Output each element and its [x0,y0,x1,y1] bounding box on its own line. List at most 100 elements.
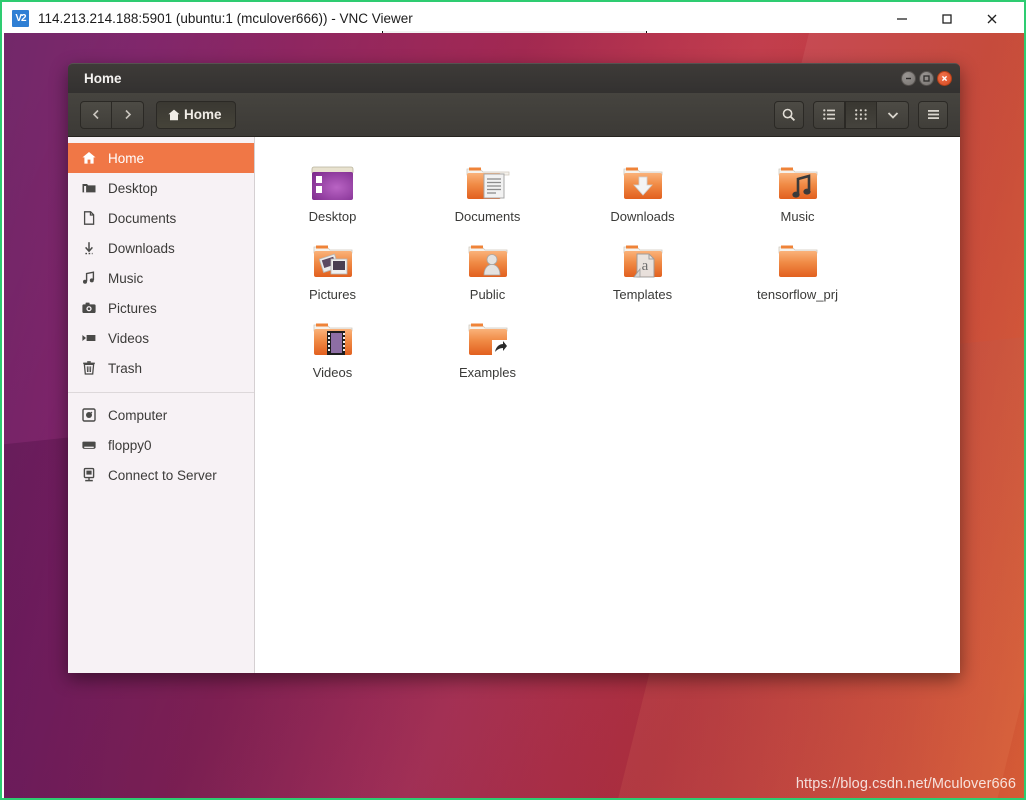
toolbar-right-group [774,100,948,129]
vnc-close-button[interactable] [969,4,1014,33]
file-item-videos[interactable]: Videos [255,311,410,386]
vnc-logo-icon: V2 [12,10,29,27]
file-item-music[interactable]: Music [720,155,875,230]
sidebar-item-connect-to-server[interactable]: Connect to Server [68,460,254,490]
home-icon [80,150,97,167]
vnc-window-title: 114.213.214.188:5901 (ubuntu:1 (mculover… [38,11,413,26]
file-item-downloads[interactable]: Downloads [565,155,720,230]
file-item-templates[interactable]: a Templates [565,233,720,308]
file-item-examples[interactable]: Examples [410,311,565,386]
server-connect-icon [80,467,97,484]
sidebar-item-home[interactable]: Home [68,143,254,173]
forward-button[interactable] [112,100,144,129]
sidebar-item-label: Desktop [108,180,158,196]
sidebar-item-videos[interactable]: Videos [68,323,254,353]
grid-view-button[interactable] [845,100,877,129]
fm-maximize-button[interactable] [919,71,934,86]
search-button[interactable] [774,100,804,129]
sidebar-item-trash[interactable]: Trash [68,353,254,383]
folder-pictures-icon [309,233,357,281]
chevron-down-icon [886,110,900,120]
file-item-label: Music [780,209,815,224]
sidebar-item-label: Computer [108,407,168,423]
folder-downloads-icon [619,155,667,203]
file-manager-toolbar: Home [68,93,960,137]
sidebar-item-label: Videos [108,330,150,346]
home-icon [167,108,181,122]
sidebar-divider [68,392,254,393]
sidebar-item-label: Connect to Server [108,467,217,483]
desktop-window-icon [310,155,355,203]
file-item-label: Public [469,287,506,302]
sidebar-item-documents[interactable]: Documents [68,203,254,233]
vnc-minimize-button[interactable] [879,4,924,33]
sidebar-item-label: Pictures [108,300,157,316]
file-item-label: Downloads [610,209,675,224]
file-item-label: Desktop [308,209,357,224]
file-item-label: tensorflow_prj [757,287,838,302]
file-icon-view[interactable]: Desktop Documents Downloads Music Pictur… [255,137,960,673]
file-item-pictures[interactable]: Pictures [255,233,410,308]
sidebar-item-label: floppy0 [108,437,152,453]
svg-text:a: a [641,258,648,274]
video-icon [80,330,97,347]
file-manager-window-controls [901,71,952,86]
sidebar-item-floppy0[interactable]: floppy0 [68,430,254,460]
folder-videos-icon [309,311,357,359]
file-item-public[interactable]: Public [410,233,565,308]
document-icon [80,210,97,227]
grid-view-icon [854,108,868,121]
sidebar-item-label: Home [108,150,145,166]
trash-icon [80,360,97,377]
file-manager-title: Home [84,71,122,86]
blog-watermark: https://blog.csdn.net/Mculover666 [795,776,1016,792]
download-icon [80,240,97,257]
sidebar-item-label: Downloads [108,240,175,256]
file-item-tensorflow-prj[interactable]: tensorflow_prj [720,233,875,308]
file-item-documents[interactable]: Documents [410,155,565,230]
sidebar-item-computer[interactable]: Computer [68,400,254,430]
breadcrumb-label: Home [184,107,222,122]
floppy-icon [80,437,97,454]
sidebar-item-desktop[interactable]: Desktop [68,173,254,203]
camera-icon [80,300,97,317]
sidebar-item-label: Trash [108,360,143,376]
vnc-maximize-button[interactable] [924,4,969,33]
folder-music-icon [774,155,822,203]
folder-public-icon [464,233,512,281]
music-note-icon [80,270,97,287]
list-view-icon [822,108,837,121]
desktop-folder-icon [80,180,97,197]
file-item-label: Templates [612,287,673,302]
file-manager-window: Home Home Home Desktop Documents Downloa… [68,63,960,673]
list-view-button[interactable] [813,100,845,129]
sidebar-item-pictures[interactable]: Pictures [68,293,254,323]
vnc-window-controls [879,4,1024,33]
hamburger-menu-icon [926,108,941,121]
file-item-label: Documents [454,209,521,224]
screenshot-frame: V2 114.213.214.188:5901 (ubuntu:1 (mculo… [0,0,1026,800]
folder-plain-icon [774,233,822,281]
computer-disk-icon [80,407,97,424]
fm-close-button[interactable] [937,71,952,86]
main-menu-button[interactable] [918,100,948,129]
sidebar-item-label: Music [108,270,144,286]
file-item-label: Pictures [309,287,356,302]
navigation-buttons [80,100,144,129]
folder-documents-icon [464,155,512,203]
sidebar-item-label: Documents [108,210,177,226]
file-item-label: Examples [458,365,517,380]
view-options-button[interactable] [877,100,909,129]
folder-templates-icon: a [619,233,667,281]
sidebar-item-downloads[interactable]: Downloads [68,233,254,263]
file-item-desktop[interactable]: Desktop [255,155,410,230]
vnc-viewer-titlebar: V2 114.213.214.188:5901 (ubuntu:1 (mculo… [4,4,1024,33]
file-manager-body: Home Desktop Documents Downloads Music P… [68,137,960,673]
file-manager-titlebar: Home [68,63,960,93]
sidebar-item-music[interactable]: Music [68,263,254,293]
view-mode-group [813,100,909,129]
back-button[interactable] [80,100,112,129]
folder-symlink-icon [464,311,512,359]
fm-minimize-button[interactable] [901,71,916,86]
breadcrumb-home[interactable]: Home [156,100,236,129]
